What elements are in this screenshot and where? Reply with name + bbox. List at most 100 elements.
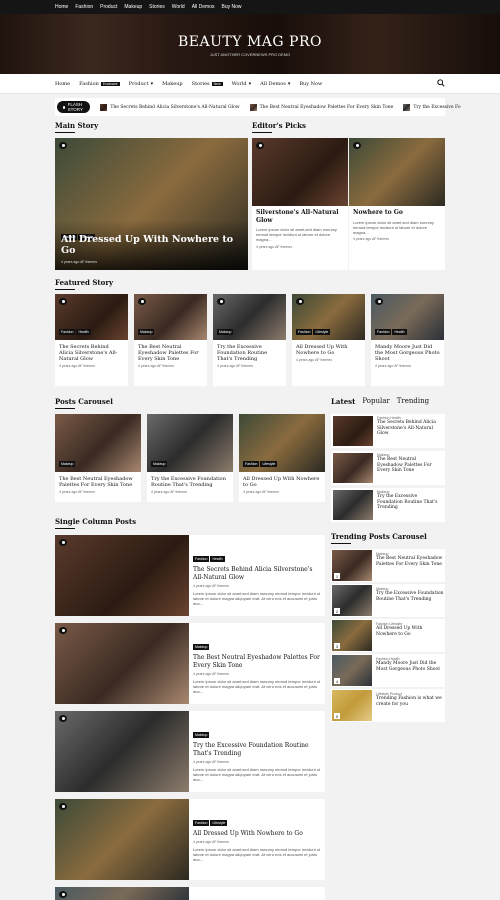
editors-card[interactable]: Silverstone's All-Natural Glow Lorem ips… [252, 138, 348, 270]
nav-world[interactable]: World ▾ [232, 81, 252, 87]
flash-item[interactable]: The Secrets Behind Alicia Silverstone's … [100, 103, 240, 111]
carousel-card[interactable]: Makeup Try the Excessive Foundation Rout… [147, 414, 233, 502]
latest-list: Fashion Health The Secrets Behind Alicia … [331, 414, 445, 522]
list-item[interactable]: Makeup Try the Excessive Foundation Routi… [331, 488, 445, 522]
category-tag[interactable]: Lifestyle [260, 461, 278, 467]
carousel-card[interactable]: Fashion Lifestyle All Dressed Up With Now… [239, 414, 325, 502]
category-tag[interactable]: Lifestyle [313, 329, 331, 335]
featured-title[interactable]: Mandy Moore Just Did the Most Gorgeous P… [375, 344, 440, 362]
tab-trending[interactable]: Trending [397, 397, 429, 406]
category-tag[interactable]: Makeup [217, 329, 234, 335]
featured-card[interactable]: Fashion Health Mandy Moore Just Did the M… [371, 294, 444, 386]
featured-title[interactable]: The Best Neutral Eyeshadow Palettes For … [138, 344, 203, 362]
flash-story-ticker: FLASH STORY The Secrets Behind Alicia Si… [55, 98, 461, 116]
list-item[interactable]: 3 Fashion Lifestyle All Dressed Up With N… [331, 619, 445, 652]
camera-icon [59, 627, 67, 634]
top-menu-stories[interactable]: Stories [149, 4, 165, 10]
posts-carousel: Makeup The Best Neutral Eyeshadow Palett… [55, 414, 325, 502]
list-item[interactable]: Makeup The Best Neutral Eyeshadow Palette… [331, 451, 445, 485]
single-post-image [55, 799, 189, 880]
nav-stories[interactable]: Stories New [192, 81, 223, 87]
featured-title[interactable]: All Dressed Up With Nowhere to Go [296, 344, 361, 356]
editors-title[interactable]: Nowhere to Go [353, 209, 441, 217]
single-post[interactable]: Makeup Try the Excessive Foundation Rout… [55, 711, 325, 792]
featured-image: Fashion Health [55, 294, 128, 340]
category-tag[interactable]: Fashion [296, 329, 313, 335]
list-item[interactable]: 5 Lifestyle Product Trending Fashion is w… [331, 689, 445, 722]
category-tag[interactable]: Makeup [151, 461, 168, 467]
camera-icon [296, 298, 304, 305]
category-tag[interactable]: Health [76, 329, 91, 335]
category-tag[interactable]: Makeup [138, 329, 155, 335]
nav-fashion[interactable]: HomeFashionExclusive [79, 81, 120, 87]
top-menu-fashion[interactable]: Fashion [75, 4, 93, 10]
editors-card[interactable]: Nowhere to Go Lorem ipsum dolor sit amet… [349, 138, 445, 270]
carousel-title[interactable]: The Best Neutral Eyeshadow Palettes For … [59, 476, 137, 488]
category-tag[interactable]: Makeup [59, 461, 76, 467]
list-item[interactable]: 1 Makeup The Best Neutral Eyeshadow Palet… [331, 549, 445, 582]
featured-card[interactable]: Fashion Lifestyle All Dressed Up With Now… [292, 294, 365, 386]
nav-all-demos[interactable]: All Demos ▾ [260, 81, 290, 87]
carousel-image: Fashion Lifestyle [239, 414, 325, 472]
category-tag[interactable]: Fashion [375, 329, 392, 335]
main-story-title[interactable]: All Dressed Up With Nowhere to Go [61, 234, 248, 256]
nav-product[interactable]: Product ▾ [129, 81, 154, 87]
tab-popular[interactable]: Popular [362, 397, 389, 406]
single-post[interactable] [55, 887, 325, 900]
flash-item[interactable]: Try the Excessive Fo [403, 103, 461, 111]
carousel-title[interactable]: All Dressed Up With Nowhere to Go [243, 476, 321, 488]
nav-makeup[interactable]: Makeup [162, 81, 183, 87]
list-item[interactable]: 4 Fashion Health Mandy Moore Just Did the… [331, 654, 445, 687]
category-tag[interactable]: Fashion [243, 461, 260, 467]
single-post[interactable]: Fashion Health The Secrets Behind Alicia … [55, 535, 325, 616]
category-tag[interactable]: Fashion [59, 329, 76, 335]
single-post[interactable]: Fashion Lifestyle All Dressed Up With Now… [55, 799, 325, 880]
top-menu-product[interactable]: Product [100, 4, 117, 10]
trending-list: 1 Makeup The Best Neutral Eyeshadow Palet… [331, 549, 445, 722]
category-tag[interactable]: Health [392, 329, 407, 335]
main-nav: Home HomeFashionExclusive Product▾ Makeu… [0, 74, 500, 94]
featured-title[interactable]: Try the Excessive Foundation Routine Tha… [217, 344, 282, 362]
main-story-card[interactable]: Fashion Lifestyle All Dressed Up With Now… [55, 138, 248, 270]
featured-meta: 4 years ago AF themes [296, 358, 332, 362]
list-thumb: 3 [332, 620, 372, 651]
featured-card[interactable]: Makeup Try the Excessive Foundation Rout… [213, 294, 286, 386]
top-menu-buy-now[interactable]: Buy Now [222, 4, 242, 10]
category-tag[interactable]: Health [210, 556, 225, 562]
featured-image: Makeup [213, 294, 286, 340]
top-menu-world[interactable]: World [172, 4, 185, 10]
featured-image: Makeup [134, 294, 207, 340]
list-thumb: 5 [332, 690, 372, 721]
featured-title[interactable]: The Secrets Behind Alicia Silverstone's … [59, 344, 124, 362]
tab-latest[interactable]: Latest [331, 397, 355, 406]
single-post-title[interactable]: All Dressed Up With Nowhere to Go [193, 830, 321, 838]
nav-buy-now[interactable]: Buy Now [299, 81, 322, 87]
category-tag[interactable]: Fashion [193, 556, 210, 562]
featured-card[interactable]: Fashion Health The Secrets Behind Alicia … [55, 294, 128, 386]
featured-card[interactable]: Makeup The Best Neutral Eyeshadow Palett… [134, 294, 207, 386]
carousel-title[interactable]: Try the Excessive Foundation Routine Tha… [151, 476, 229, 488]
editors-picks-heading: Editor's Picks [252, 121, 306, 133]
editors-meta: 4 years ago AF themes [256, 244, 292, 249]
top-menu-makeup[interactable]: Makeup [124, 4, 142, 10]
list-item[interactable]: 2 Makeup Try the Excessive Foundation Rou… [331, 584, 445, 617]
list-thumb: 4 [332, 655, 372, 686]
top-menu-home[interactable]: Home [55, 4, 68, 10]
flash-item[interactable]: The Best Neutral Eyeshadow Palettes For … [249, 103, 393, 111]
category-tag[interactable]: Makeup [193, 732, 210, 738]
single-post-title[interactable]: Try the Excessive Foundation Routine Tha… [193, 742, 321, 758]
single-post-title[interactable]: The Secrets Behind Alicia Silverstone's … [193, 566, 321, 582]
list-item[interactable]: Fashion Health The Secrets Behind Alicia … [331, 414, 445, 448]
category-tag[interactable]: Makeup [193, 644, 210, 650]
single-post-title[interactable]: The Best Neutral Eyeshadow Palettes For … [193, 654, 321, 670]
search-icon[interactable] [437, 79, 445, 87]
carousel-card[interactable]: Makeup The Best Neutral Eyeshadow Palett… [55, 414, 141, 502]
site-title[interactable]: BEAUTY MAG PRO [0, 14, 500, 50]
single-post[interactable]: Makeup The Best Neutral Eyeshadow Palett… [55, 623, 325, 704]
category-tag[interactable]: Fashion [193, 820, 210, 826]
trending-heading: Trending Posts Carousel [331, 532, 427, 544]
editors-title[interactable]: Silverstone's All-Natural Glow [256, 209, 344, 224]
top-menu-all-demos[interactable]: All Demos [192, 4, 215, 10]
category-tag[interactable]: Lifestyle [210, 820, 228, 826]
nav-home[interactable]: Home [55, 81, 70, 87]
